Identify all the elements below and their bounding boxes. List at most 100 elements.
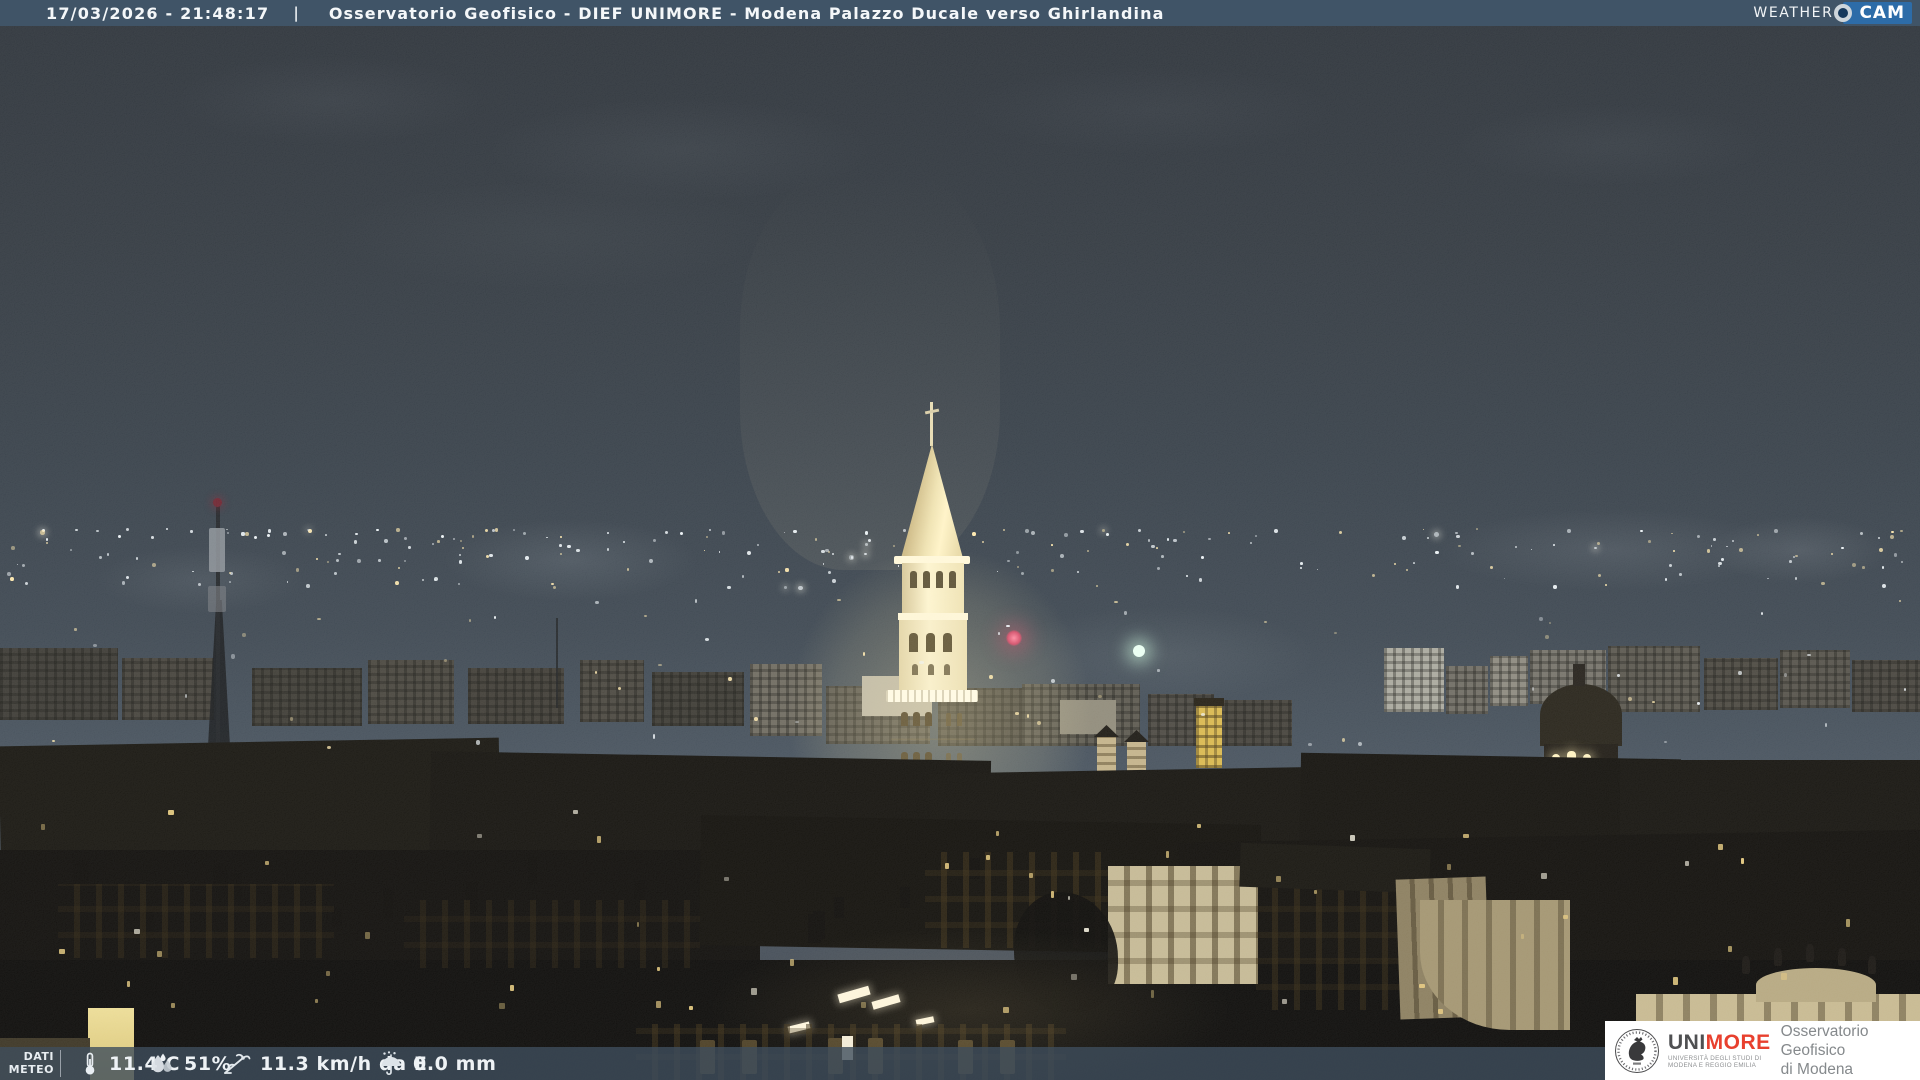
city-light xyxy=(1250,542,1253,544)
city-light xyxy=(1183,530,1186,533)
window-light xyxy=(1051,890,1054,898)
city-light xyxy=(437,540,440,544)
city-light xyxy=(229,581,231,583)
city-light xyxy=(165,528,168,531)
unimore-seal-icon xyxy=(1615,1028,1659,1073)
city-light xyxy=(1026,713,1029,718)
belfry-arch-window xyxy=(943,633,952,652)
city-light xyxy=(1795,554,1798,558)
city-light xyxy=(652,734,656,739)
city-light xyxy=(1882,566,1885,569)
city-light xyxy=(522,531,526,536)
city-light xyxy=(626,568,630,571)
belfry-small-window xyxy=(944,664,950,675)
window-light xyxy=(1196,824,1201,829)
city-light xyxy=(1161,554,1165,558)
rain-icon xyxy=(381,1051,401,1076)
city-light xyxy=(1712,538,1716,541)
skyline-building xyxy=(580,660,644,722)
window-light xyxy=(1419,983,1425,989)
city-light xyxy=(281,550,286,555)
chimney xyxy=(527,857,537,884)
city-light xyxy=(1198,578,1203,582)
skyline-building xyxy=(252,668,362,726)
rain-reading: 0.0 mm xyxy=(378,1047,496,1080)
unimore-subtitle-line2: MODENA E REGGIO EMILIA xyxy=(1668,1062,1757,1069)
city-light xyxy=(1105,533,1109,536)
roof-statue xyxy=(1742,956,1750,974)
roof-statue xyxy=(1868,956,1876,974)
city-light xyxy=(40,530,45,535)
city-light xyxy=(1341,737,1346,742)
city-light xyxy=(552,585,556,589)
unimore-branding-box: UNIMORE UNIVERSITÀ DEGLI STUDI DI MODENA… xyxy=(1605,1021,1920,1080)
city-light xyxy=(1788,560,1792,564)
skyline-building xyxy=(368,660,454,724)
city-light xyxy=(190,530,193,533)
city-light xyxy=(815,538,818,541)
city-light xyxy=(617,686,621,690)
city-light xyxy=(747,550,752,555)
skyline-building xyxy=(1216,700,1292,746)
lit-bell-tower xyxy=(1196,704,1222,768)
humidity-icon xyxy=(152,1053,172,1072)
city-light xyxy=(484,528,488,532)
city-light xyxy=(22,564,26,568)
city-light xyxy=(705,638,710,642)
city-light xyxy=(267,534,271,538)
city-light xyxy=(1037,720,1042,725)
city-light xyxy=(1316,568,1319,570)
window-light xyxy=(1463,834,1469,839)
city-light xyxy=(1458,544,1461,548)
city-light xyxy=(283,532,288,537)
city-light xyxy=(1821,581,1825,585)
window-light xyxy=(314,998,318,1004)
city-light xyxy=(1200,556,1204,559)
skyline-building xyxy=(1780,650,1850,708)
city-light xyxy=(694,599,697,604)
city-light xyxy=(1900,529,1903,532)
city-light xyxy=(226,528,228,531)
city-light xyxy=(421,578,424,581)
city-light xyxy=(357,558,362,563)
antenna-panel xyxy=(208,586,226,612)
city-light xyxy=(1098,694,1102,699)
city-light xyxy=(1553,585,1557,589)
bell-tower-cap xyxy=(1194,698,1224,706)
city-light xyxy=(793,529,797,534)
city-light xyxy=(245,532,249,536)
city-light xyxy=(1208,537,1211,541)
city-light xyxy=(1186,575,1189,578)
city-light xyxy=(1862,566,1865,569)
city-light xyxy=(1617,673,1620,677)
city-light xyxy=(74,628,77,631)
city-light xyxy=(1891,530,1894,534)
window-light xyxy=(723,877,730,881)
shaft-window xyxy=(901,712,908,726)
city-light xyxy=(52,739,55,743)
thermometer-icon xyxy=(85,1052,95,1074)
city-light xyxy=(334,572,337,576)
city-light xyxy=(1881,584,1886,589)
skyline-building xyxy=(1704,658,1778,710)
city-light xyxy=(493,616,497,620)
city-light xyxy=(576,548,580,552)
chimney xyxy=(212,863,228,885)
city-light xyxy=(16,563,19,566)
city-light xyxy=(606,548,610,551)
window-light xyxy=(986,854,991,861)
city-light xyxy=(231,654,235,659)
city-light xyxy=(1401,536,1406,540)
city-light xyxy=(1274,528,1279,533)
city-light xyxy=(1824,723,1828,727)
city-light xyxy=(461,546,464,549)
city-light xyxy=(513,528,516,531)
city-light xyxy=(353,540,357,544)
city-light xyxy=(316,618,321,621)
city-light xyxy=(1156,566,1160,570)
city-light xyxy=(1783,672,1787,677)
city-light xyxy=(1807,653,1811,656)
city-light xyxy=(241,532,245,536)
city-light xyxy=(475,740,481,745)
window-light xyxy=(509,985,515,992)
